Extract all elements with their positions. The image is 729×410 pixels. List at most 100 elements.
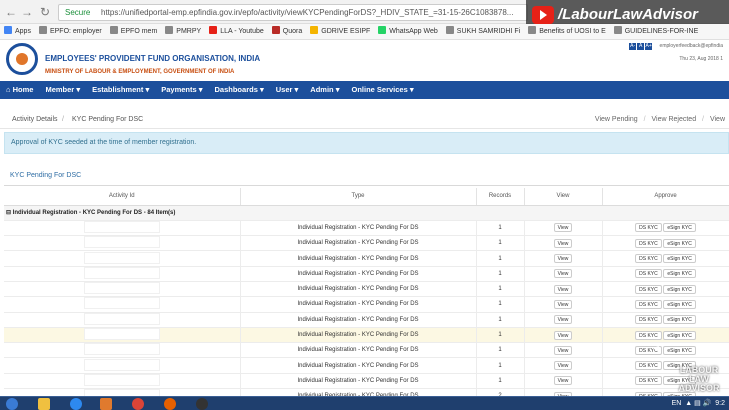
ds-kyc-button[interactable]: DS KYC bbox=[635, 376, 662, 386]
nav-item-online-services[interactable]: Online Services ▾ bbox=[345, 81, 419, 99]
esign-kyc-button[interactable]: eSign KYC bbox=[663, 223, 696, 233]
bookmark-label: Benefits of UOSI to E bbox=[539, 28, 606, 35]
view-cell: View bbox=[524, 342, 603, 359]
esign-kyc-button[interactable]: eSign KYC bbox=[663, 330, 696, 340]
col-type[interactable]: Type bbox=[240, 188, 477, 206]
table-row[interactable]: Individual Registration - KYC Pending Fo… bbox=[4, 281, 729, 298]
nav-item-member[interactable]: Member ▾ bbox=[39, 81, 86, 99]
firefox-icon[interactable] bbox=[164, 398, 176, 410]
bookmark-item[interactable]: Benefits of UOSI to E bbox=[528, 24, 606, 39]
ds-kyc-button[interactable]: DS KYC bbox=[635, 315, 662, 325]
nav-item-label: Admin bbox=[310, 85, 334, 94]
col-records[interactable]: Records bbox=[476, 188, 525, 206]
view-link[interactable]: View bbox=[710, 116, 725, 123]
view-pending-link[interactable]: View Pending bbox=[595, 116, 638, 123]
bookmark-item[interactable]: SUKH SAMRIDHI Fi bbox=[445, 24, 520, 39]
view-button[interactable]: View bbox=[553, 254, 573, 264]
records-cell: 1 bbox=[476, 266, 525, 282]
security-icon[interactable] bbox=[196, 398, 208, 410]
view-rejected-link[interactable]: View Rejected bbox=[651, 116, 696, 123]
view-button[interactable]: View bbox=[553, 269, 573, 279]
table-row[interactable]: Individual Registration - KYC Pending Fo… bbox=[4, 220, 729, 237]
feedback-email[interactable]: employerfeedback@epfindia bbox=[660, 43, 723, 49]
view-button[interactable]: View bbox=[553, 345, 573, 355]
view-button[interactable]: View bbox=[553, 330, 573, 340]
esign-kyc-button[interactable]: eSign KYC bbox=[663, 269, 696, 279]
table-row[interactable]: Individual Registration - KYC Pending Fo… bbox=[4, 266, 729, 282]
bookmark-item[interactable]: PMRPY bbox=[165, 24, 201, 39]
address-bar[interactable]: Secure https://unifiedportal-emp.epfindi… bbox=[58, 4, 528, 21]
table-row[interactable]: Individual Registration - KYC Pending Fo… bbox=[4, 250, 729, 267]
font-normal-button[interactable]: A bbox=[637, 43, 645, 50]
view-button[interactable]: View bbox=[553, 284, 573, 294]
table-row[interactable]: Individual Registration - KYC Pending Fo… bbox=[4, 342, 729, 359]
file-explorer-icon[interactable] bbox=[38, 398, 50, 410]
table-row[interactable]: Individual Registration - KYC Pending Fo… bbox=[4, 357, 729, 374]
nav-item-payments[interactable]: Payments ▾ bbox=[155, 81, 208, 99]
type-cell: Individual Registration - KYC Pending Fo… bbox=[240, 357, 477, 374]
start-icon[interactable] bbox=[6, 398, 18, 410]
table-row[interactable]: Individual Registration - KYC Pending Fo… bbox=[4, 312, 729, 328]
info-alert: Approval of KYC seeded at the time of me… bbox=[4, 132, 729, 154]
esign-kyc-button[interactable]: eSign KYC bbox=[663, 284, 696, 294]
table-row[interactable]: Individual Registration - KYC Pending Fo… bbox=[4, 296, 729, 313]
ds-kyc-button[interactable]: DS KYC bbox=[635, 223, 662, 233]
ds-kyc-button[interactable]: DS KYC bbox=[635, 269, 662, 279]
ie-icon[interactable] bbox=[70, 398, 82, 410]
clock[interactable]: 9:2 bbox=[715, 400, 725, 407]
bookmark-icon bbox=[310, 26, 319, 34]
view-button[interactable]: View bbox=[553, 315, 573, 325]
esign-kyc-button[interactable]: eSign KYC bbox=[663, 238, 696, 248]
esign-kyc-button[interactable]: eSign KYC bbox=[663, 299, 696, 309]
collapse-icon[interactable]: ⊟ bbox=[6, 210, 11, 216]
nav-item-establishment[interactable]: Establishment ▾ bbox=[86, 81, 155, 99]
table-row[interactable]: Individual Registration - KYC Pending Fo… bbox=[4, 373, 729, 390]
bookmark-item[interactable]: EPFO mem bbox=[109, 24, 157, 39]
nav-item-admin[interactable]: Admin ▾ bbox=[304, 81, 345, 99]
group-label[interactable]: ⊟ Individual Registration - KYC Pending … bbox=[4, 205, 729, 221]
ds-kyc-button[interactable]: DS KYC bbox=[635, 238, 662, 248]
font-increase-button[interactable]: A+ bbox=[645, 43, 653, 50]
esign-kyc-button[interactable]: eSign KYC bbox=[663, 254, 696, 264]
forward-icon[interactable]: → bbox=[20, 5, 34, 19]
bookmark-item[interactable]: GDRIVE ESIPF bbox=[310, 24, 370, 39]
bookmark-item[interactable]: Quora bbox=[271, 24, 302, 39]
table-row[interactable]: Individual Registration - KYC Pending Fo… bbox=[4, 235, 729, 252]
ds-kyc-button[interactable]: DS KYC bbox=[635, 299, 662, 309]
view-button[interactable]: View bbox=[553, 238, 573, 248]
ds-kyc-button[interactable]: DS KYC bbox=[635, 330, 662, 340]
ds-kyc-button[interactable]: DS KYC bbox=[635, 284, 662, 294]
view-button[interactable]: View bbox=[553, 376, 573, 386]
nav-item-home[interactable]: ⌂ Home bbox=[0, 81, 39, 99]
nav-item-label: Home bbox=[12, 85, 34, 94]
ds-kyc-button[interactable]: DS KYC bbox=[635, 254, 662, 264]
activity-id-cell bbox=[4, 235, 241, 252]
col-activity-id[interactable]: Activity Id bbox=[4, 188, 241, 206]
bookmark-item[interactable]: WhatsApp Web bbox=[378, 24, 438, 39]
esign-kyc-button[interactable]: eSign KYC bbox=[663, 345, 696, 355]
kyc-table: Activity Id Type Records View Approve ⊟ … bbox=[4, 188, 729, 405]
reload-icon[interactable]: ↻ bbox=[38, 5, 52, 19]
bookmark-item[interactable]: EPFO: employer bbox=[38, 24, 102, 39]
bookmark-item[interactable]: GUIDELINES-FOR-INE bbox=[613, 24, 698, 39]
back-icon[interactable]: ← bbox=[4, 5, 18, 19]
nav-item-dashboards[interactable]: Dashboards ▾ bbox=[209, 81, 270, 99]
group-row[interactable]: ⊟ Individual Registration - KYC Pending … bbox=[4, 205, 729, 221]
language-indicator[interactable]: EN bbox=[672, 400, 682, 407]
breadcrumb-activity-details[interactable]: Activity Details bbox=[12, 116, 58, 123]
table-row[interactable]: Individual Registration - KYC Pending Fo… bbox=[4, 327, 729, 344]
view-button[interactable]: View bbox=[553, 223, 573, 233]
bookmark-item[interactable]: Apps bbox=[4, 24, 31, 39]
ds-kyc-button[interactable]: DS KYC bbox=[635, 361, 662, 371]
media-icon[interactable] bbox=[100, 398, 112, 410]
windows-taskbar: EN ▲ ▤ 🔊 9:2 bbox=[0, 396, 729, 410]
bookmark-item[interactable]: LLA - Youtube bbox=[209, 24, 264, 39]
font-decrease-button[interactable]: A- bbox=[629, 43, 637, 50]
chrome-icon[interactable] bbox=[132, 398, 144, 410]
nav-item-label: Establishment bbox=[92, 85, 144, 94]
view-button[interactable]: View bbox=[553, 299, 573, 309]
esign-kyc-button[interactable]: eSign KYC bbox=[663, 315, 696, 325]
view-button[interactable]: View bbox=[553, 361, 573, 371]
type-cell: Individual Registration - KYC Pending Fo… bbox=[240, 312, 477, 328]
nav-item-user[interactable]: User ▾ bbox=[270, 81, 305, 99]
